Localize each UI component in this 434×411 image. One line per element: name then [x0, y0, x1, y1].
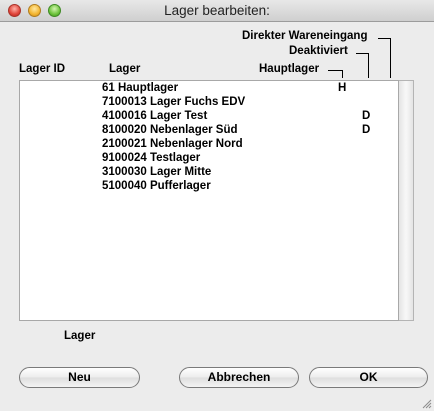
header-hauptlager: Hauptlager — [259, 63, 320, 75]
row-lager: 2100021 Nebenlager Nord — [102, 138, 243, 150]
table-row[interactable]: 3100030 Lager Mitte — [20, 166, 398, 180]
row-lager: 5100040 Pufferlager — [102, 180, 211, 192]
new-button[interactable]: Neu — [19, 367, 140, 388]
ok-button[interactable]: OK — [309, 367, 428, 388]
table-row[interactable]: 5100040 Pufferlager — [20, 180, 398, 194]
header-lager-id: Lager ID — [19, 63, 66, 75]
row-lager: 4100016 Lager Test — [102, 110, 208, 122]
header-deaktiviert: Deaktiviert — [289, 45, 348, 57]
bracket-deaktiviert-vertical — [368, 53, 369, 78]
window-title: Lager bearbeiten: — [164, 3, 270, 18]
list-scrollbar[interactable] — [399, 80, 414, 321]
table-row[interactable]: 8100020 Nebenlager Süd D — [20, 124, 398, 138]
row-lager: 3100030 Lager Mitte — [102, 166, 212, 178]
bracket-direkter-vertical — [390, 38, 391, 78]
title-bar: Lager bearbeiten: — [0, 0, 434, 22]
bracket-hauptlager-horizontal — [328, 70, 343, 71]
row-deaktiviert-flag: D — [362, 110, 371, 122]
row-hauptlager-flag: H — [338, 82, 347, 94]
row-deaktiviert-flag: D — [362, 124, 371, 136]
lager-list[interactable]: 61 Hauptlager H 7100013 Lager Fuchs EDV … — [19, 80, 399, 321]
table-row[interactable]: 2100021 Nebenlager Nord — [20, 138, 398, 152]
table-row[interactable]: 7100013 Lager Fuchs EDV — [20, 96, 398, 110]
header-direkter-wareneingang: Direkter Wareneingang — [242, 30, 368, 42]
bracket-hauptlager-vertical — [342, 70, 343, 78]
table-row[interactable]: 61 Hauptlager H — [20, 82, 398, 96]
row-lager: 61 Hauptlager — [102, 82, 179, 94]
resize-grip-icon[interactable] — [421, 398, 432, 409]
row-lager: 9100024 Testlager — [102, 152, 201, 164]
row-lager: 8100020 Nebenlager Süd — [102, 124, 238, 136]
cancel-button[interactable]: Abbrechen — [179, 367, 299, 388]
table-row[interactable]: 9100024 Testlager — [20, 152, 398, 166]
table-row[interactable]: 4100016 Lager Test D — [20, 110, 398, 124]
lager-label: Lager — [64, 330, 96, 342]
header-lager: Lager — [109, 63, 141, 75]
row-lager: 7100013 Lager Fuchs EDV — [102, 96, 246, 108]
